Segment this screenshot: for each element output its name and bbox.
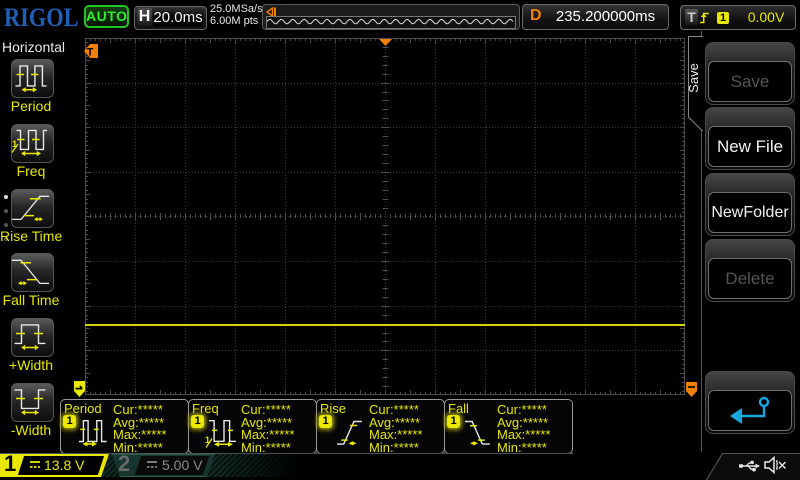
svg-text:T: T: [87, 47, 94, 59]
